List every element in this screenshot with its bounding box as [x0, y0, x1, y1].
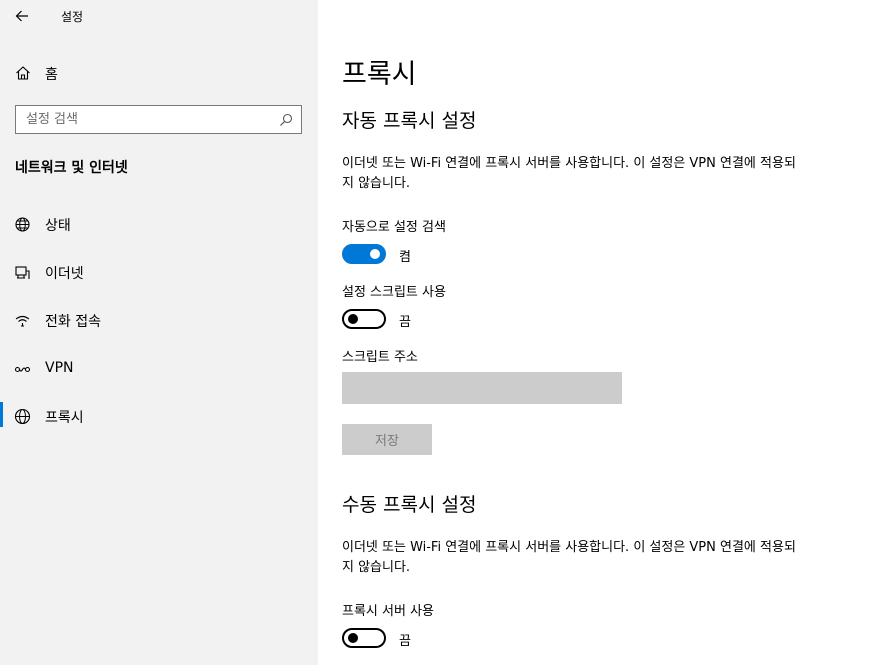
sidebar-item-label: 전화 접속 [45, 314, 101, 330]
sidebar-item-dialup[interactable]: 전화 접속 [0, 302, 318, 338]
proxy-server-toggle[interactable] [342, 628, 386, 648]
sidebar-item-ethernet[interactable]: 이더넷 [0, 254, 318, 290]
toggle-knob [348, 633, 358, 643]
ethernet-icon [15, 266, 30, 279]
auto-detect-toggle[interactable] [342, 244, 386, 264]
globe-status-icon [15, 217, 30, 232]
home-icon [16, 66, 30, 80]
toggle-knob [370, 249, 380, 259]
toggle-knob [348, 314, 358, 324]
manual-proxy-title: 수동 프록시 설정 [342, 494, 477, 516]
vpn-icon [14, 366, 31, 373]
globe-icon [14, 408, 31, 425]
search-box[interactable] [15, 105, 302, 134]
sidebar-section-title: 네트워크 및 인터넷 [15, 160, 128, 176]
app-title: 설정 [61, 10, 84, 24]
sidebar-item-vpn[interactable]: VPN [0, 351, 318, 387]
proxy-server-label: 프록시 서버 사용 [342, 604, 434, 619]
search-input[interactable] [16, 106, 271, 133]
auto-detect-label: 자동으로 설정 검색 [342, 220, 446, 235]
script-address-label: 스크립트 주소 [342, 350, 418, 365]
auto-detect-state: 켬 [399, 250, 411, 265]
auto-proxy-description: 이더넷 또는 Wi-Fi 연결에 프록시 서버를 사용합니다. 이 설정은 VP… [342, 156, 796, 191]
back-arrow-icon [15, 10, 28, 22]
auto-proxy-title: 자동 프록시 설정 [342, 110, 477, 132]
sidebar-item-label: 이더넷 [45, 266, 84, 282]
manual-proxy-description: 이더넷 또는 Wi-Fi 연결에 프록시 서버를 사용합니다. 이 설정은 VP… [342, 540, 796, 575]
sidebar-item-status[interactable]: 상태 [0, 206, 318, 242]
sidebar-item-home[interactable]: 홈 [0, 56, 318, 88]
sidebar: 설정 홈 네트워크 및 인터넷 상태 이더넷 [0, 0, 318, 665]
back-button[interactable] [9, 3, 35, 29]
script-address-input[interactable] [342, 372, 622, 404]
setup-script-toggle[interactable] [342, 309, 386, 329]
setup-script-label: 설정 스크립트 사용 [342, 285, 446, 300]
save-button[interactable]: 저장 [342, 424, 432, 455]
sidebar-item-label: 상태 [45, 218, 71, 234]
sidebar-item-proxy[interactable]: 프록시 [0, 398, 318, 434]
setup-script-state: 끔 [399, 315, 411, 330]
dialup-icon [15, 315, 30, 327]
home-label: 홈 [45, 67, 58, 83]
main-content: 프록시 자동 프록시 설정 이더넷 또는 Wi-Fi 연결에 프록시 서버를 사… [318, 0, 870, 665]
sidebar-item-label: VPN [45, 360, 74, 376]
search-icon[interactable] [279, 113, 293, 127]
proxy-server-state: 끔 [399, 634, 411, 649]
sidebar-item-label: 프록시 [45, 410, 84, 426]
page-title: 프록시 [342, 59, 417, 90]
